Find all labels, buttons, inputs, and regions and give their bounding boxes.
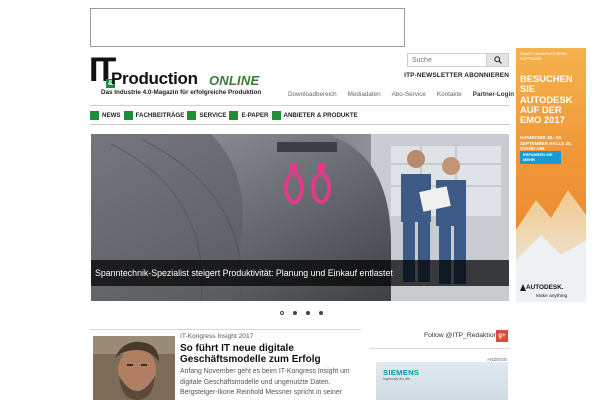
siemens-ad[interactable]: SIEMENS Ingenuity for life <box>376 362 508 400</box>
mountain-graphic <box>516 190 586 302</box>
article-thumbnail[interactable] <box>93 336 175 400</box>
ad-headline: BESUCHEN SIE AUTODESK AUF DER EMO 2017 <box>520 73 573 126</box>
green-square-icon <box>123 111 133 120</box>
top-navigation: Downloadbereich Mediadaten Abo-Service K… <box>288 91 514 98</box>
green-square-icon <box>90 111 99 120</box>
top-banner-ad[interactable] <box>90 8 405 47</box>
mainnav-label: FACHBEITRÄGE <box>135 112 185 119</box>
mainnav-label: ANBIETER & PRODUKTE <box>283 112 358 119</box>
twitter-follow-link[interactable]: Follow @ITP_Redaktion <box>424 332 497 339</box>
search-button[interactable] <box>487 53 509 67</box>
ad-small-text: SMART MANUFACTURING SOFTWARE <box>520 52 568 61</box>
slider-dot-2[interactable] <box>293 311 297 315</box>
mainnav-anbieter-produkte[interactable]: ANBIETER & PRODUKTE <box>271 111 358 120</box>
search-input[interactable] <box>407 53 487 67</box>
topnav-mediadaten[interactable]: Mediadaten <box>348 91 381 98</box>
ad-cta-button[interactable]: ERFAHREN SIE MEHR <box>520 151 561 164</box>
ad-event-info: HANNOVER 18.–23. SEPTEMBER HALLE 25, STA… <box>520 135 572 152</box>
logo-production: Production <box>111 69 198 88</box>
search-bar <box>407 53 509 67</box>
partner-login-link[interactable]: Partner-Login <box>473 91 514 98</box>
logo-tagline: Das Industrie 4.0-Magazin für erfolgreic… <box>101 89 262 96</box>
topnav-abo-service[interactable]: Abo-Service <box>392 91 426 98</box>
content-divider <box>90 329 361 330</box>
nav-divider <box>90 124 510 125</box>
slider-pagination <box>280 311 323 315</box>
green-square-icon <box>187 111 197 120</box>
header-divider <box>90 105 510 106</box>
site-logo[interactable]: IT & Production ONLINE Das Industrie 4.0… <box>89 53 269 98</box>
search-icon <box>493 56 502 64</box>
autodesk-slogan: Make anything <box>536 294 568 299</box>
mainnav-label: NEWS <box>102 112 121 119</box>
green-square-icon <box>229 111 239 120</box>
mainnav-label: SERVICE <box>199 112 227 119</box>
hero-slider[interactable]: Spanntechnik-Spezialist steigert Produkt… <box>91 134 509 301</box>
siemens-logo: SIEMENS <box>383 368 420 377</box>
mainnav-news[interactable]: NEWS <box>90 111 121 120</box>
autodesk-skyscraper-ad[interactable]: SMART MANUFACTURING SOFTWARE BESUCHEN SI… <box>516 48 586 302</box>
hero-caption[interactable]: Spanntechnik-Spezialist steigert Produkt… <box>91 260 509 286</box>
article-headline[interactable]: So führt IT neue digitale Geschäftsmodel… <box>180 343 365 365</box>
main-navigation: NEWS FACHBEITRÄGE SERVICE E-PAPER ANBIET… <box>90 111 361 120</box>
mainnav-service[interactable]: SERVICE <box>187 111 226 120</box>
mainnav-label: E-PAPER <box>241 112 269 119</box>
slider-dot-1[interactable] <box>280 311 284 315</box>
sidebar-divider <box>370 348 510 349</box>
mainnav-fachbeitraege[interactable]: FACHBEITRÄGE <box>123 111 185 120</box>
siemens-slogan: Ingenuity for life <box>383 377 410 381</box>
article-kicker: IT-Kongress Insight 2017 <box>180 333 254 340</box>
google-plus-icon[interactable]: g+ <box>496 330 508 342</box>
topnav-downloadbereich[interactable]: Downloadbereich <box>288 91 337 98</box>
mainnav-e-paper[interactable]: E-PAPER <box>229 111 269 120</box>
green-square-icon <box>271 111 281 120</box>
slider-dot-3[interactable] <box>306 311 310 315</box>
article-teaser: Anfang November geht es beim IT-Kongress… <box>180 368 350 396</box>
topnav-kontakte[interactable]: Kontakte <box>437 91 462 98</box>
autodesk-brand: AUTODESK. <box>526 284 564 291</box>
newsletter-link[interactable]: ITP-NEWSLETTER ABONNIEREN <box>404 72 509 79</box>
portrait-image <box>93 336 175 400</box>
logo-online: ONLINE <box>209 73 260 88</box>
slider-dot-4[interactable] <box>319 311 323 315</box>
